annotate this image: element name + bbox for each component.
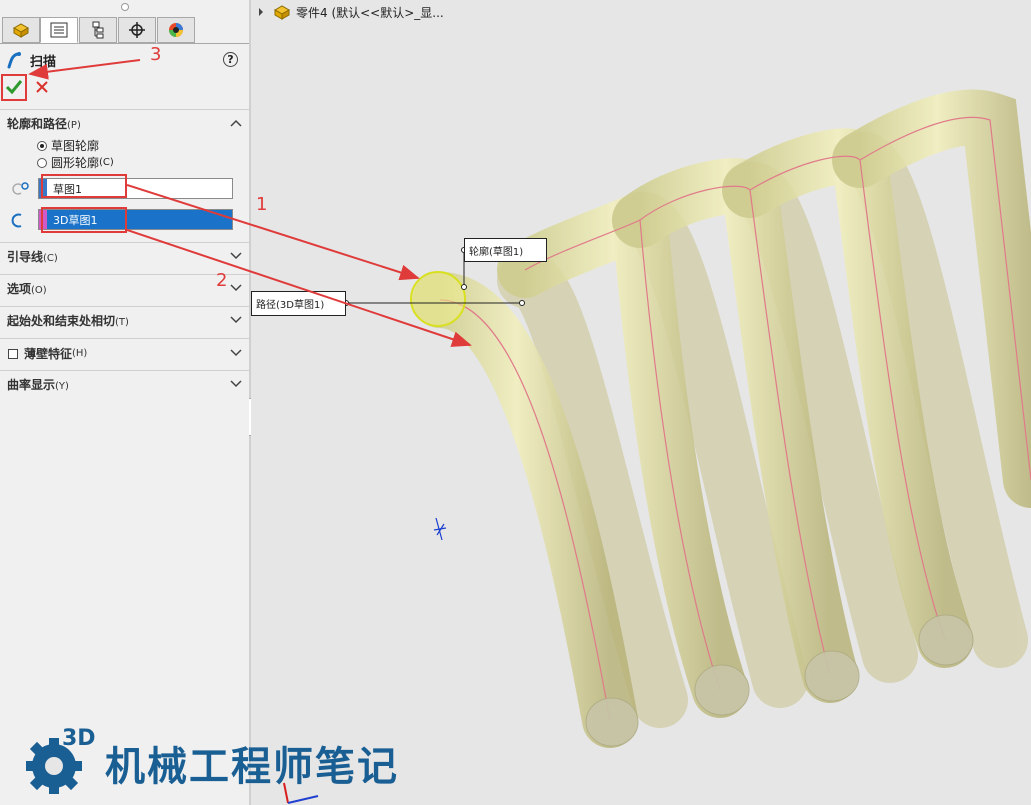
watermark-text: 机械工程师笔记 [105,744,399,790]
property-manager-icon [50,22,68,38]
callout-profile-text: 轮廓(草图1) [469,246,524,258]
divider [0,370,249,371]
graphics-viewport[interactable] [251,0,1031,805]
feature-manager-icon [12,23,30,38]
radio-circular-profile-dot[interactable] [37,157,47,168]
close-icon [36,81,48,93]
annotation-number-2: 2 [216,270,228,291]
path-icon [11,213,22,228]
section-curvature-title: 曲率显示 [7,378,56,392]
tab-feature-manager[interactable] [2,17,40,43]
help-button[interactable]: ? [223,52,238,67]
feature-title: 扫描 [6,50,56,70]
configuration-manager-icon [92,21,104,39]
chevron-down-icon[interactable] [230,379,242,389]
tab-property-manager[interactable] [40,17,78,43]
chevron-down-icon[interactable] [230,315,242,325]
section-options-title: 选项 [7,282,32,296]
radio-circular-profile-key: (C) [99,157,114,168]
part-icon [273,5,291,20]
thin-feature-toggle[interactable]: 薄壁特征 (H) [8,345,87,362]
section-tangency-title: 起始处和结束处相切 [7,314,116,328]
callout-path-text: 路径(3D草图1) [256,300,325,311]
thin-feature-title: 薄壁特征 [24,347,73,361]
radio-circular-profile[interactable]: 圆形轮廓 (C) [37,154,114,171]
radio-circular-profile-label: 圆形轮廓 [51,156,100,170]
highlight-ok-button [1,74,27,101]
radio-sketch-profile[interactable]: 草图轮廓 [37,137,99,154]
highlight-path-field [41,207,127,233]
section-guide-curves-key: (C) [43,253,58,264]
chevron-down-icon[interactable] [230,251,242,261]
sweep-icon [7,52,21,69]
appearance-ball-icon [169,23,183,37]
property-manager-panel: 扫描 ? 轮廓和路径(P) 草图轮廓 圆形轮廓 (C) 草图1 3D草图1 引导线… [0,0,250,805]
cancel-button[interactable] [34,79,50,95]
divider [0,109,249,110]
profile-icon [12,182,29,195]
tab-display-manager[interactable] [157,17,195,43]
logo-badge: 3D [62,726,96,751]
annotation-number-3: 3 [150,44,162,65]
divider [0,306,249,307]
annotation-number-1: 1 [256,194,268,215]
radio-sketch-profile-dot[interactable] [37,140,47,151]
section-curvature-key: (Y) [55,381,69,392]
feature-title-text: 扫描 [30,54,57,70]
chevron-down-icon[interactable] [230,348,242,358]
chevron-up-icon[interactable] [230,118,242,128]
section-guide-curves-header[interactable]: 引导线(C) [7,248,58,265]
highlight-profile-field [41,174,127,198]
section-profile-path-title: 轮廓和路径 [7,117,68,131]
thin-feature-checkbox[interactable] [8,348,18,359]
callout-profile[interactable]: 轮廓(草图1) [464,238,547,262]
divider [0,274,249,275]
section-guide-curves-title: 引导线 [7,250,44,264]
section-profile-path-header[interactable]: 轮廓和路径(P) [7,115,81,132]
manager-tabs [0,17,249,44]
crosshair-icon [129,22,145,38]
expand-arrow-icon[interactable] [256,7,266,17]
part-name: 零件4 (默认<<默认>_显... [296,5,444,20]
section-options-header[interactable]: 选项(O) [7,280,47,297]
thin-feature-key: (H) [72,348,88,359]
triad-marker [433,517,447,541]
section-tangency-header[interactable]: 起始处和结束处相切(T) [7,312,129,329]
tab-divider [0,43,249,44]
tab-dimxpert-manager[interactable] [118,17,156,43]
section-options-key: (O) [31,285,47,296]
radio-sketch-profile-label: 草图轮廓 [51,139,100,153]
profile-circle-highlight[interactable] [410,271,466,327]
feature-tree-flyout[interactable]: 零件4 (默认<<默认>_显... [256,3,444,21]
callout-path[interactable]: 路径(3D草图1) [251,291,346,316]
section-profile-path-key: (P) [67,120,81,131]
panel-grip[interactable] [121,3,129,11]
divider [0,242,249,243]
section-tangency-key: (T) [115,317,129,328]
chevron-down-icon[interactable] [230,283,242,293]
spring-model [283,89,1031,804]
tab-configuration-manager[interactable] [79,17,117,43]
section-curvature-header[interactable]: 曲率显示(Y) [7,376,69,393]
divider [0,338,249,339]
